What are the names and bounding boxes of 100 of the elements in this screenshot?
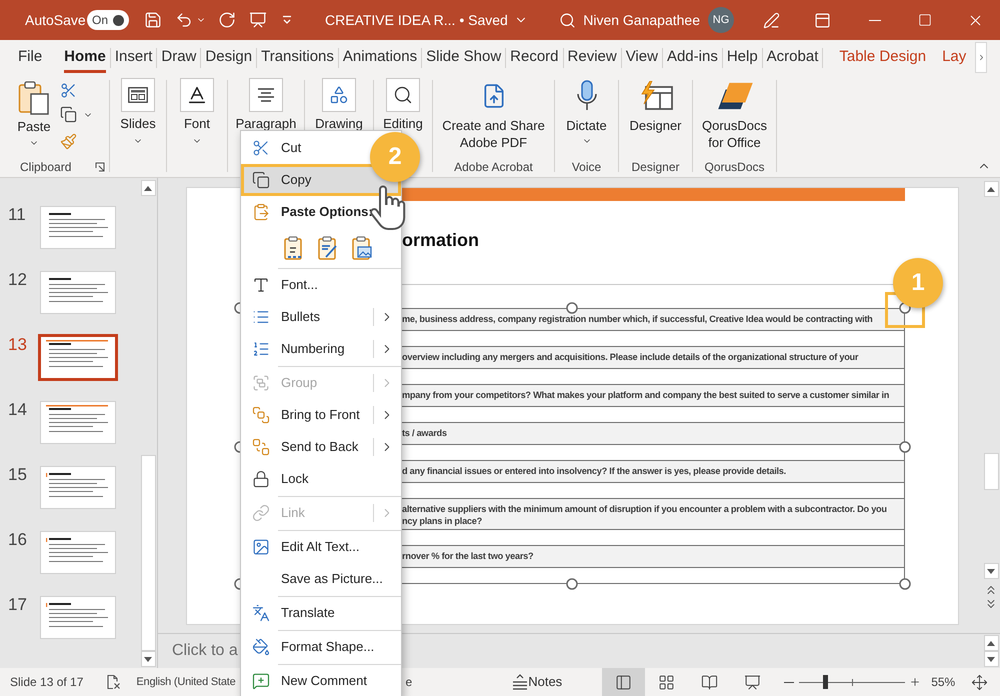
clipboard-brush-icon <box>318 236 338 260</box>
zoom-in-icon[interactable] <box>909 676 922 688</box>
menu-item[interactable]: Copy <box>241 164 401 196</box>
slide-number: 14 <box>7 401 28 419</box>
zoom-percentage[interactable]: 55% <box>931 673 956 691</box>
group-label: Designer <box>631 159 680 176</box>
slider-thumb[interactable] <box>822 675 828 689</box>
menu-item[interactable]: Bring to Front <box>241 399 401 431</box>
ribbon-tab[interactable]: Design <box>201 40 256 75</box>
search-icon <box>386 78 420 112</box>
menu-item[interactable]: New Comment <box>241 665 401 696</box>
menu-item[interactable]: Translate <box>241 597 401 629</box>
image-icon <box>252 538 270 556</box>
table-cell: mpany from your competitors? What makes your platform and company the best suited to serve a customer similar in <box>402 385 904 407</box>
group-icon <box>252 374 270 392</box>
menu-item[interactable]: Send to Back <box>241 431 401 463</box>
save-icon[interactable] <box>144 11 162 29</box>
paste-button[interactable]: Paste <box>12 80 56 158</box>
zoom-slider[interactable] <box>799 675 906 689</box>
user-avatar[interactable]: NG <box>708 7 734 33</box>
scrollbar-thumb[interactable] <box>140 455 156 651</box>
dialog-launcher-icon[interactable] <box>95 162 105 172</box>
slide-number: 12 <box>7 271 28 289</box>
resize-handle[interactable] <box>234 302 240 314</box>
ribbon-tab[interactable]: Draw <box>157 40 200 75</box>
clipboard-document-icon <box>18 80 50 116</box>
ribbon-tab[interactable]: View <box>622 40 662 75</box>
menu-item[interactable]: Bullets <box>241 301 401 333</box>
ribbon-tab[interactable]: Acrobat <box>762 40 822 75</box>
ribbon-tab[interactable]: Animations <box>338 40 422 75</box>
ribbon-tab[interactable]: Lay <box>934 40 974 75</box>
copy-icon[interactable] <box>60 106 77 123</box>
bring-to-front-icon <box>252 406 270 424</box>
ribbon-tab[interactable]: File <box>14 40 46 75</box>
paste-option-button[interactable] <box>352 236 372 260</box>
group-label: Voice <box>572 159 602 176</box>
scroll-up-button[interactable] <box>984 181 998 197</box>
paintbrush-icon[interactable] <box>60 133 77 150</box>
menu-item[interactable]: Lock <box>241 463 401 495</box>
presentation-icon[interactable] <box>249 11 267 29</box>
ribbon-tab[interactable]: Transitions <box>257 40 338 75</box>
ribbon-tab[interactable]: Insert <box>110 40 156 75</box>
slides-button[interactable]: Slides <box>120 78 156 146</box>
slide-number: 11 <box>7 206 27 224</box>
menu-item[interactable]: Edit Alt Text... <box>241 531 401 563</box>
translate-icon <box>252 604 270 622</box>
dictate-button[interactable]: Dictate <box>566 80 607 158</box>
document-x-icon[interactable] <box>105 674 122 690</box>
notes-button[interactable]: Notes <box>512 672 562 692</box>
ribbon-tab[interactable]: Home <box>60 40 110 75</box>
autosave-toggle[interactable]: On <box>87 10 129 30</box>
ribbon-tab[interactable]: Slide Show <box>422 40 506 75</box>
pen-icon[interactable] <box>763 12 780 28</box>
menu-item[interactable]: Numbering <box>241 333 401 365</box>
search-icon[interactable] <box>558 12 576 28</box>
designer-button[interactable]: Designer <box>629 80 682 158</box>
menu-item[interactable]: Font... <box>241 269 401 301</box>
document-title[interactable]: CREATIVE IDEA R... • Saved <box>325 10 528 30</box>
status-text: e <box>406 674 412 691</box>
create-pdf-button[interactable]: Create and Share Adobe PDF <box>438 80 550 158</box>
maximize-icon <box>918 13 932 27</box>
ribbon-tab[interactable]: Help <box>722 40 762 75</box>
resize-handle[interactable] <box>899 440 911 452</box>
ribbon-tab[interactable]: Add-ins <box>662 40 722 75</box>
scroll-up-button[interactable] <box>140 180 156 196</box>
user-name: Niven Ganapathee <box>583 10 700 30</box>
scroll-up-button[interactable] <box>984 635 998 651</box>
ribbon-tab[interactable]: Record <box>506 40 563 75</box>
stacked-cards-icon <box>716 82 754 110</box>
scroll-down-button[interactable] <box>984 651 998 667</box>
ribbon-tab[interactable]: Review <box>564 40 621 75</box>
resize-handle[interactable] <box>566 578 578 590</box>
ribbon-display-icon[interactable] <box>814 12 831 28</box>
clipboard-picture-icon <box>352 236 372 260</box>
scrollbar-thumb[interactable] <box>984 453 998 490</box>
drawing-button[interactable]: Drawing <box>315 78 363 132</box>
paste-option-button[interactable] <box>318 236 338 260</box>
paste-option-button[interactable] <box>284 236 304 260</box>
ribbon-tab[interactable]: Table Design <box>831 40 934 75</box>
font-button[interactable]: Font <box>180 78 214 146</box>
language-indicator[interactable]: English (United State <box>136 674 236 690</box>
customize-caret-icon[interactable] <box>281 14 293 26</box>
resize-handle[interactable] <box>566 302 578 314</box>
resize-handle[interactable] <box>234 440 240 452</box>
scissors-icon[interactable] <box>60 82 77 99</box>
paragraph-button[interactable]: Paragraph <box>236 78 296 132</box>
editing-button[interactable]: Editing <box>383 78 423 132</box>
scroll-down-button[interactable] <box>140 651 156 667</box>
menu-item[interactable]: Save as Picture... <box>241 563 401 595</box>
resize-handle[interactable] <box>899 578 911 590</box>
redo-icon[interactable] <box>218 11 236 29</box>
add-in-button[interactable]: QorusDocs for Office <box>696 80 774 158</box>
slide-thumbnail[interactable] <box>38 334 118 381</box>
undo-icon[interactable] <box>175 11 193 29</box>
triangle-up-icon <box>144 186 152 190</box>
scroll-down-button[interactable] <box>984 563 998 579</box>
fit-to-window-icon[interactable] <box>971 674 988 690</box>
normal-view-button[interactable] <box>602 668 646 696</box>
menu-item[interactable]: Format Shape... <box>241 631 401 663</box>
resize-handle[interactable] <box>234 578 240 590</box>
